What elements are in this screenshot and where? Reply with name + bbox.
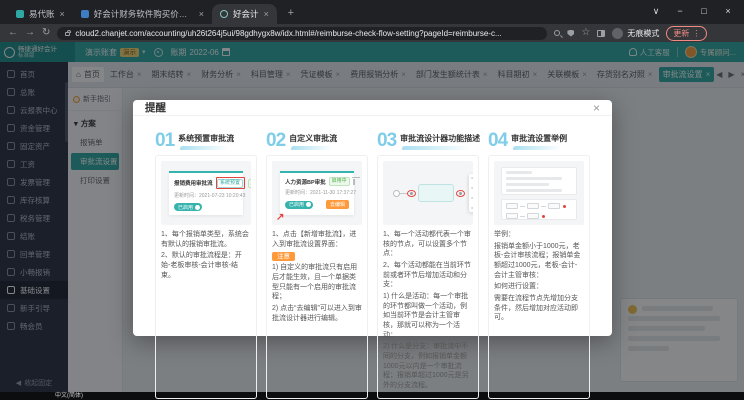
modal-step-3: 03 审批流设计器功能描述 — [377, 126, 479, 399]
flow-start-node — [393, 190, 400, 197]
enable-toggle: 已启用 — [285, 201, 313, 209]
step-number: 04 — [488, 131, 507, 150]
side-panel-icon[interactable] — [597, 30, 605, 37]
lock-icon — [65, 32, 70, 36]
forward-icon[interactable]: → — [25, 28, 35, 38]
step-number: 01 — [155, 131, 174, 150]
step-card: 报销费用审批流 系统预置 启用中 更新时间：2021-07-23 10:20:4… — [155, 155, 257, 399]
red-circle-annotation — [456, 190, 465, 197]
step-card: 人力资源BP审批 启用中 更新时间：2021-11-30 17:37:27 已启… — [266, 155, 368, 399]
url-field[interactable]: cloud2.chanjet.com/accounting/uh26t264j5… — [57, 27, 547, 40]
ime-language-label: 中文(简体) — [55, 392, 83, 400]
incognito-badge[interactable]: 无痕模式 — [612, 28, 659, 39]
step-description: 1、每一个活动都代表一个审核的节点，可以设置多个节点： 2、每个活动都能在当前环… — [383, 230, 473, 393]
more-menu-icon[interactable]: ⋮ — [692, 29, 700, 38]
tab-close-icon[interactable]: × — [264, 9, 269, 19]
underline-swoosh — [401, 146, 471, 150]
favicon-haokuaiji-buy — [81, 10, 89, 18]
screen: 易代账 × 好会计财务软件购买价格及... × 好会计 × + ∨ − □ × … — [0, 0, 744, 400]
browser-tab-strip: 易代账 × 好会计财务软件购买价格及... × 好会计 × + ∨ − □ × — [0, 0, 744, 24]
reminder-modal: 提醒 × 01 系统预置审批流 报销费用审批流 系统预置 启用中 — [133, 100, 612, 336]
updated-time: 更新时间：2021-11-30 17:37:27 — [285, 189, 349, 196]
note-badge: 注意 — [272, 252, 295, 261]
update-label: 更新 — [673, 28, 689, 39]
mini-settings-panel — [501, 167, 577, 195]
profile-avatar-icon — [612, 28, 623, 39]
favicon-haokuaiji — [220, 10, 228, 18]
modal-close-icon[interactable]: × — [593, 102, 600, 114]
browser-update-button[interactable]: 更新 ⋮ — [666, 26, 707, 41]
address-bar: ← → ↻ cloud2.chanjet.com/accounting/uh26… — [0, 24, 744, 42]
modal-header: 提醒 × — [133, 100, 612, 116]
step-description: 举例： 报销单金额小于1000元，老板-会计审核流程；报销单金额超过1000元，… — [494, 230, 584, 393]
zoom-icon[interactable] — [554, 30, 560, 36]
browser-tab-label: 易代账 — [29, 8, 55, 20]
status-badge: 启用中 — [329, 177, 350, 186]
modal-body: 01 系统预置审批流 报销费用审批流 系统预置 启用中 更新时间：2021-07… — [133, 116, 612, 400]
node-context-menu — [469, 174, 473, 212]
red-circle-annotation — [407, 190, 416, 197]
restore-icon[interactable]: □ — [692, 6, 716, 16]
step1-screenshot: 报销费用审批流 系统预置 启用中 更新时间：2021-07-23 10:20:4… — [161, 161, 251, 225]
step3-screenshot — [383, 161, 473, 225]
underline-swoosh — [290, 146, 333, 150]
step-title: 审批流设置举例 — [511, 134, 567, 143]
shield-icon[interactable] — [567, 30, 574, 37]
step-title: 自定义审批流 — [289, 134, 337, 143]
modal-step-4: 04 审批流设置举例 — [488, 126, 590, 399]
flow-connector — [400, 193, 407, 194]
step-title: 系统预置审批流 — [178, 134, 234, 143]
browser-tab-1[interactable]: 易代账 × — [8, 4, 73, 24]
trash-icon — [353, 179, 355, 185]
red-dot-annotation — [563, 205, 566, 208]
window-menu-icon[interactable]: ∨ — [644, 6, 668, 17]
reload-icon[interactable]: ↻ — [42, 28, 50, 38]
step-description: 1、每个报销单类型，系统会有默认的报销审批流。 2、默认的审批流程是：开始-老板… — [161, 230, 251, 393]
step-number: 03 — [377, 131, 396, 150]
bookmark-star-icon[interactable]: ☆ — [581, 28, 590, 38]
modal-title: 提醒 — [145, 100, 166, 115]
close-icon[interactable]: × — [716, 6, 740, 16]
browser-tab-3-active[interactable]: 好会计 × — [212, 4, 277, 24]
incognito-label: 无痕模式 — [627, 28, 659, 39]
step-title: 审批流设计器功能描述 — [400, 134, 480, 143]
enable-toggle: 已启用 — [174, 203, 202, 211]
preset-badge: 系统预置 — [217, 179, 243, 188]
window-controls: ∨ − □ × — [644, 0, 740, 22]
url-text: cloud2.chanjet.com/accounting/uh26t264j5… — [75, 29, 501, 38]
step-card: 举例： 报销单金额小于1000元，老板-会计审核流程；报销单金额超过1000元，… — [488, 155, 590, 399]
browser-tab-label: 好会计财务软件购买价格及... — [94, 8, 194, 20]
tab-close-icon[interactable]: × — [60, 9, 65, 19]
back-icon[interactable]: ← — [8, 28, 18, 38]
step4-screenshot — [494, 161, 584, 225]
status-badge: 启用中 — [248, 179, 251, 188]
edit-button: 去编辑 — [326, 200, 349, 209]
browser-tab-2[interactable]: 好会计财务软件购买价格及... × — [73, 4, 212, 24]
modal-step-1: 01 系统预置审批流 报销费用审批流 系统预置 启用中 更新时间：2021-07… — [155, 126, 257, 399]
flow-activity-node — [418, 184, 454, 202]
step-card: 1、每一个活动都代表一个审核的节点，可以设置多个节点： 2、每个活动都能在当前环… — [377, 155, 479, 399]
new-tab-button[interactable]: + — [283, 6, 299, 22]
underline-swoosh — [512, 146, 561, 150]
modal-step-2: 02 自定义审批流 人力资源BP审批 启用中 更新时间：2021-11-30 1… — [266, 126, 368, 399]
red-highlight-box: 系统预置 — [216, 177, 245, 189]
favicon-yidaizhang — [16, 10, 24, 18]
step2-screenshot: 人力资源BP审批 启用中 更新时间：2021-11-30 17:37:27 已启… — [272, 161, 362, 225]
underline-swoosh — [179, 146, 228, 150]
minimize-icon[interactable]: − — [668, 6, 692, 16]
step-description: 1、点击【新增审批流】，进入到审批流设置界面： 注意 1) 自定义的审批流只有启… — [272, 230, 362, 393]
red-arrow-annotation: ↗ — [276, 212, 284, 223]
step-number: 02 — [266, 131, 285, 150]
browser-tab-label: 好会计 — [233, 8, 259, 20]
tab-close-icon[interactable]: × — [199, 9, 204, 19]
updated-time: 更新时间：2021-07-23 10:20:43 — [174, 192, 238, 199]
red-dot-annotation — [542, 215, 545, 218]
mini-flow-panel — [501, 199, 577, 220]
